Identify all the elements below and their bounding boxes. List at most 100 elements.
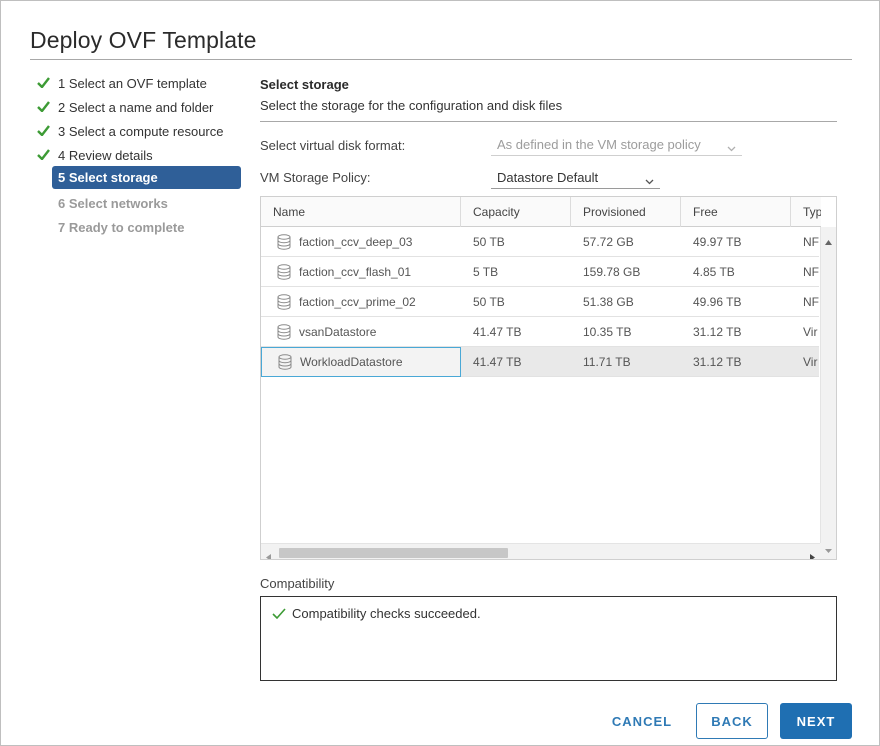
column-header-provisioned[interactable]: Provisioned xyxy=(571,197,681,227)
scroll-right-icon[interactable] xyxy=(810,548,815,559)
database-icon xyxy=(277,264,291,280)
storage-policy-value: Datastore Default xyxy=(497,170,599,185)
scroll-up-icon[interactable] xyxy=(825,232,832,250)
cell-capacity: 50 TB xyxy=(461,227,571,257)
cell-type: NF xyxy=(791,287,821,317)
cell-name-text: WorkloadDatastore xyxy=(300,355,403,369)
cell-provisioned-text: 10.35 TB xyxy=(583,325,632,339)
cell-provisioned: 159.78 GB xyxy=(571,257,681,287)
chevron-down-icon xyxy=(645,173,654,188)
cell-provisioned-text: 11.71 TB xyxy=(583,355,631,369)
cell-name: faction_ccv_deep_03 xyxy=(261,227,461,257)
cell-type-text: NF xyxy=(803,235,819,249)
cell-capacity-text: 50 TB xyxy=(473,235,505,249)
check-icon xyxy=(272,608,286,619)
cell-free: 31.12 TB xyxy=(681,317,791,347)
scroll-down-icon[interactable] xyxy=(820,543,836,559)
cell-provisioned-text: 57.72 GB xyxy=(583,235,634,249)
cell-free-text: 31.12 TB xyxy=(693,355,742,369)
section-subtitle: Select the storage for the configuration… xyxy=(260,98,563,113)
scroll-left-icon[interactable] xyxy=(266,548,271,559)
cell-capacity-text: 41.47 TB xyxy=(473,355,522,369)
step-label: 3 Select a compute resource xyxy=(58,123,224,139)
column-header-capacity[interactable]: Capacity xyxy=(461,197,571,227)
cell-name: WorkloadDatastore xyxy=(261,347,461,377)
horizontal-scrollbar[interactable] xyxy=(261,543,821,559)
cell-type: NF xyxy=(791,227,821,257)
table-row[interactable]: faction_ccv_flash_01 5 TB 159.78 GB 4.85 TB… xyxy=(261,257,819,287)
scroll-corner xyxy=(820,543,836,559)
title-divider xyxy=(30,59,852,60)
database-icon xyxy=(277,234,291,250)
column-header-name[interactable]: Name xyxy=(261,197,461,227)
cell-free-text: 4.85 TB xyxy=(693,265,735,279)
section-divider xyxy=(260,121,837,122)
cell-capacity: 50 TB xyxy=(461,287,571,317)
datastore-grid: Name Capacity Provisioned Free Typ facti… xyxy=(260,196,837,560)
cell-type-text: NF xyxy=(803,265,819,279)
grid-header: Name Capacity Provisioned Free Typ xyxy=(261,197,821,227)
cell-type: NF xyxy=(791,257,821,287)
column-header-type[interactable]: Typ xyxy=(791,197,821,227)
step-2[interactable]: 2 Select a name and folder xyxy=(37,95,242,119)
disk-format-value: As defined in the VM storage policy xyxy=(497,137,701,152)
cell-name: faction_ccv_flash_01 xyxy=(261,257,461,287)
deploy-ovf-dialog: Deploy OVF Template 1 Select an OVF temp… xyxy=(0,0,880,746)
back-button[interactable]: BACK xyxy=(696,703,768,739)
cell-type-text: Vir xyxy=(803,355,818,369)
check-icon xyxy=(37,119,53,143)
table-row[interactable]: faction_ccv_prime_02 50 TB 51.38 GB 49.96 T… xyxy=(261,287,819,317)
cell-provisioned-text: 51.38 GB xyxy=(583,295,634,309)
compatibility-label: Compatibility xyxy=(260,576,335,591)
column-header-free[interactable]: Free xyxy=(681,197,791,227)
chevron-down-icon xyxy=(727,140,736,155)
storage-policy-label: VM Storage Policy: xyxy=(260,170,371,185)
cell-capacity: 5 TB xyxy=(461,257,571,287)
cell-provisioned: 10.35 TB xyxy=(571,317,681,347)
cell-free-text: 49.96 TB xyxy=(693,295,742,309)
cell-type: Vir xyxy=(791,347,821,377)
cell-free: 49.96 TB xyxy=(681,287,791,317)
database-icon xyxy=(277,324,291,340)
step-1[interactable]: 1 Select an OVF template xyxy=(37,71,242,95)
cell-capacity: 41.47 TB xyxy=(461,317,571,347)
cell-free-text: 49.97 TB xyxy=(693,235,742,249)
step-label: 1 Select an OVF template xyxy=(58,75,207,91)
check-icon xyxy=(37,71,53,95)
step-3[interactable]: 3 Select a compute resource xyxy=(37,119,242,143)
cancel-button[interactable]: CANCEL xyxy=(604,703,680,739)
cell-free-text: 31.12 TB xyxy=(693,325,742,339)
compatibility-message: Compatibility checks succeeded. xyxy=(272,606,481,621)
step-label: 2 Select a name and folder xyxy=(58,99,214,115)
cell-name-text: faction_ccv_deep_03 xyxy=(299,235,413,249)
scrollbar-thumb[interactable] xyxy=(279,548,508,558)
step-5-active[interactable]: 5 Select storage xyxy=(52,166,241,189)
step-4[interactable]: 4 Review details xyxy=(37,143,242,167)
check-icon xyxy=(37,95,53,119)
disk-format-select: As defined in the VM storage policy xyxy=(491,134,742,156)
cell-free: 31.12 TB xyxy=(681,347,791,377)
cell-name-text: faction_ccv_prime_02 xyxy=(299,295,416,309)
cell-name: faction_ccv_prime_02 xyxy=(261,287,461,317)
cell-capacity: 41.47 TB xyxy=(461,347,571,377)
storage-policy-select[interactable]: Datastore Default xyxy=(491,167,660,189)
cell-capacity-text: 5 TB xyxy=(473,265,499,279)
vertical-scrollbar[interactable] xyxy=(820,227,836,545)
database-icon xyxy=(278,354,292,370)
table-row[interactable]: vsanDatastore 41.47 TB 10.35 TB 31.12 TB Vir xyxy=(261,317,819,347)
cell-type: Vir xyxy=(791,317,821,347)
step-label: 6 Select networks xyxy=(58,195,168,211)
wizard-steps: 1 Select an OVF template 2 Select a name… xyxy=(37,71,242,239)
step-6: 6 Select networks xyxy=(37,191,242,215)
cell-provisioned: 11.71 TB xyxy=(571,347,681,377)
step-label: 5 Select storage xyxy=(58,170,158,185)
next-button[interactable]: NEXT xyxy=(780,703,852,739)
cell-provisioned-text: 159.78 GB xyxy=(583,265,641,279)
step-label: 4 Review details xyxy=(58,147,153,163)
table-row[interactable]: WorkloadDatastore 41.47 TB 11.71 TB 31.12 T… xyxy=(261,347,819,377)
cell-name: vsanDatastore xyxy=(261,317,461,347)
cell-free: 4.85 TB xyxy=(681,257,791,287)
compatibility-text: Compatibility checks succeeded. xyxy=(292,606,481,621)
table-row[interactable]: faction_ccv_deep_03 50 TB 57.72 GB 49.97 TB… xyxy=(261,227,819,257)
step-7: 7 Ready to complete xyxy=(37,215,242,239)
